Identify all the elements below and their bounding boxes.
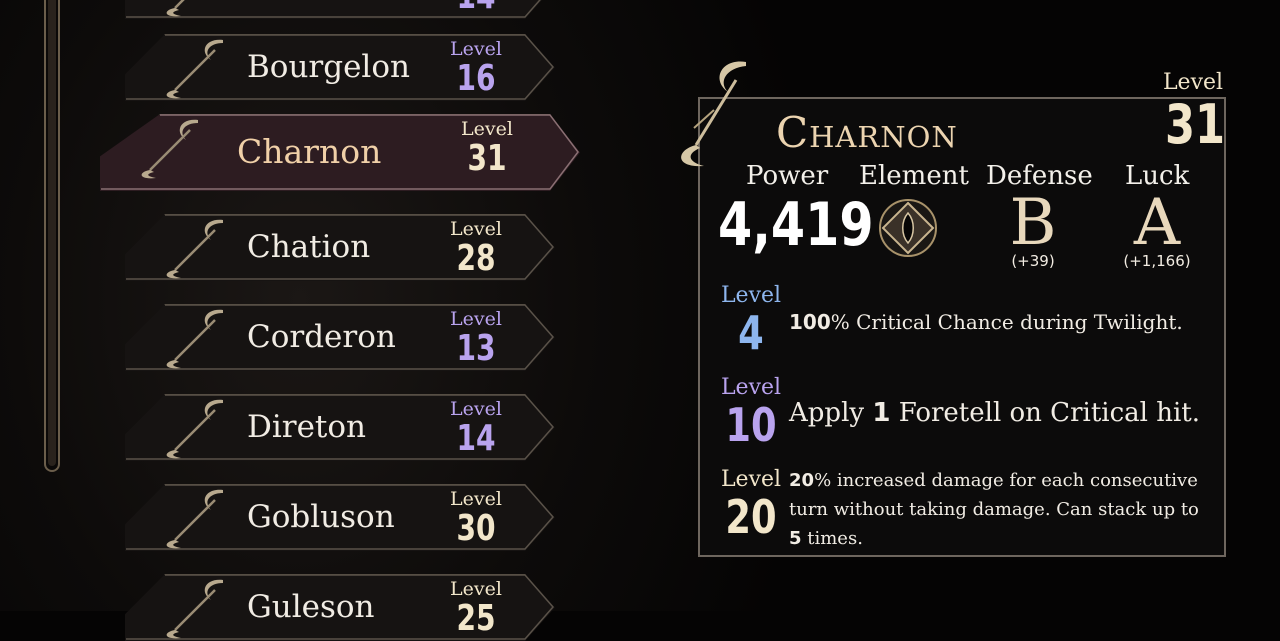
power-value: 4,419	[718, 190, 874, 260]
perk-text-pre: Apply	[789, 398, 873, 428]
level-value: 31	[1165, 93, 1226, 156]
perk-number: 1	[872, 398, 891, 428]
dark-element-icon	[879, 199, 937, 257]
weapon-name: Guleson	[247, 589, 375, 625]
weapon-name: Corderon	[247, 319, 396, 355]
weapon-scythe-icon	[166, 579, 223, 639]
weapon-level: Level14	[443, 0, 509, 16]
level-label: Level	[461, 118, 513, 140]
weapon-list-item[interactable]: Level14	[125, 0, 555, 19]
level-label: Level	[450, 38, 502, 60]
level-label: Level	[450, 218, 502, 240]
weapon-name: Charnon	[237, 132, 382, 171]
level-value: 14	[456, 418, 496, 459]
weapon-scythe-icon	[166, 489, 223, 549]
weapon-scythe-icon	[141, 119, 198, 179]
level-label: Level	[450, 398, 502, 420]
perk-3-level: Level 20	[718, 467, 784, 544]
perk-text: % increased damage for each consecutive …	[789, 470, 1199, 520]
weapon-level: Level 30	[443, 484, 509, 548]
perk-number: 100	[789, 310, 831, 334]
weapon-list-item[interactable]: Guleson Level 25	[125, 574, 555, 641]
weapon-name: Charnon	[776, 108, 958, 157]
weapon-level: Level14	[443, 394, 509, 458]
perk-number: 20	[789, 470, 815, 491]
level-value: 14	[450, 0, 501, 16]
weapon-scythe-icon	[166, 399, 223, 459]
perk-text: % Critical Chance during Twilight.	[830, 310, 1183, 334]
weapon-level: Level 31	[454, 114, 520, 178]
perk-number-2: 5	[789, 528, 802, 549]
weapon-level: Level 31	[1158, 70, 1228, 154]
weapon-level: Level 13	[443, 304, 509, 368]
weapon-list-item[interactable]: Charnon Level 31	[100, 114, 580, 191]
perk-level-value: 20	[725, 490, 777, 544]
weapon-list-item[interactable]: Direton Level 14	[125, 394, 555, 461]
perk-level-value: 10	[725, 398, 777, 452]
weapon-name: Gobluson	[247, 499, 395, 535]
weapon-level: Level 28	[443, 214, 509, 278]
perk-2-description: Apply 1 Foretell on Critical hit.	[789, 398, 1200, 428]
level-value: 16	[456, 58, 496, 99]
defense-bonus: (+39)	[1011, 252, 1055, 270]
weapon-name: Chation	[247, 229, 371, 265]
weapon-name: Bourgelon	[247, 49, 410, 85]
perk-level-label: Level	[720, 467, 782, 492]
perk-text-2: times.	[801, 528, 863, 549]
perk-1-description: 100% Critical Chance during Twilight.	[789, 310, 1183, 334]
level-value: 30	[456, 508, 496, 549]
perk-level-label: Level	[720, 375, 782, 400]
scrollbar-thumb[interactable]	[48, 0, 56, 466]
level-label: Level	[450, 308, 502, 330]
perk-level-value: 4	[738, 306, 764, 360]
weapon-name: Direton	[247, 409, 367, 445]
weapon-scythe-icon	[166, 219, 223, 279]
level-value: 25	[456, 598, 496, 639]
perk-3-description: 20% increased damage for each consecutiv…	[789, 466, 1209, 553]
weapon-scythe-icon	[166, 39, 223, 99]
weapon-scythe-icon	[681, 61, 746, 167]
level-value: 13	[456, 328, 496, 369]
weapon-level: Level 25	[443, 574, 509, 638]
element-label: Element	[859, 161, 969, 191]
weapon-list-item[interactable]: Bourgelon Level 16	[125, 34, 555, 101]
weapon-scythe-icon	[166, 0, 185, 17]
perk-text: Foretell on Critical hit.	[890, 398, 1200, 428]
weapon-list-item[interactable]: Gobluson Level 30	[125, 484, 555, 551]
defense-grade: B	[1009, 186, 1057, 260]
weapon-list-item[interactable]: Chation Level 28	[125, 214, 555, 281]
luck-bonus: (+1,166)	[1123, 252, 1191, 270]
perk-1-level: Level 4	[718, 283, 784, 360]
weapon-level: Level 16	[443, 34, 509, 98]
luck-grade: A	[1133, 186, 1181, 260]
weapon-list-item[interactable]: Corderon Level 13	[125, 304, 555, 371]
weapon-scythe-icon	[166, 309, 223, 369]
level-label: Level	[450, 488, 502, 510]
perk-2-level: Level 10	[718, 375, 784, 452]
level-value: 31	[467, 138, 507, 179]
level-value: 28	[456, 238, 496, 279]
perk-level-label: Level	[720, 283, 782, 308]
level-label: Level	[450, 578, 502, 600]
power-label: Power	[746, 161, 829, 191]
